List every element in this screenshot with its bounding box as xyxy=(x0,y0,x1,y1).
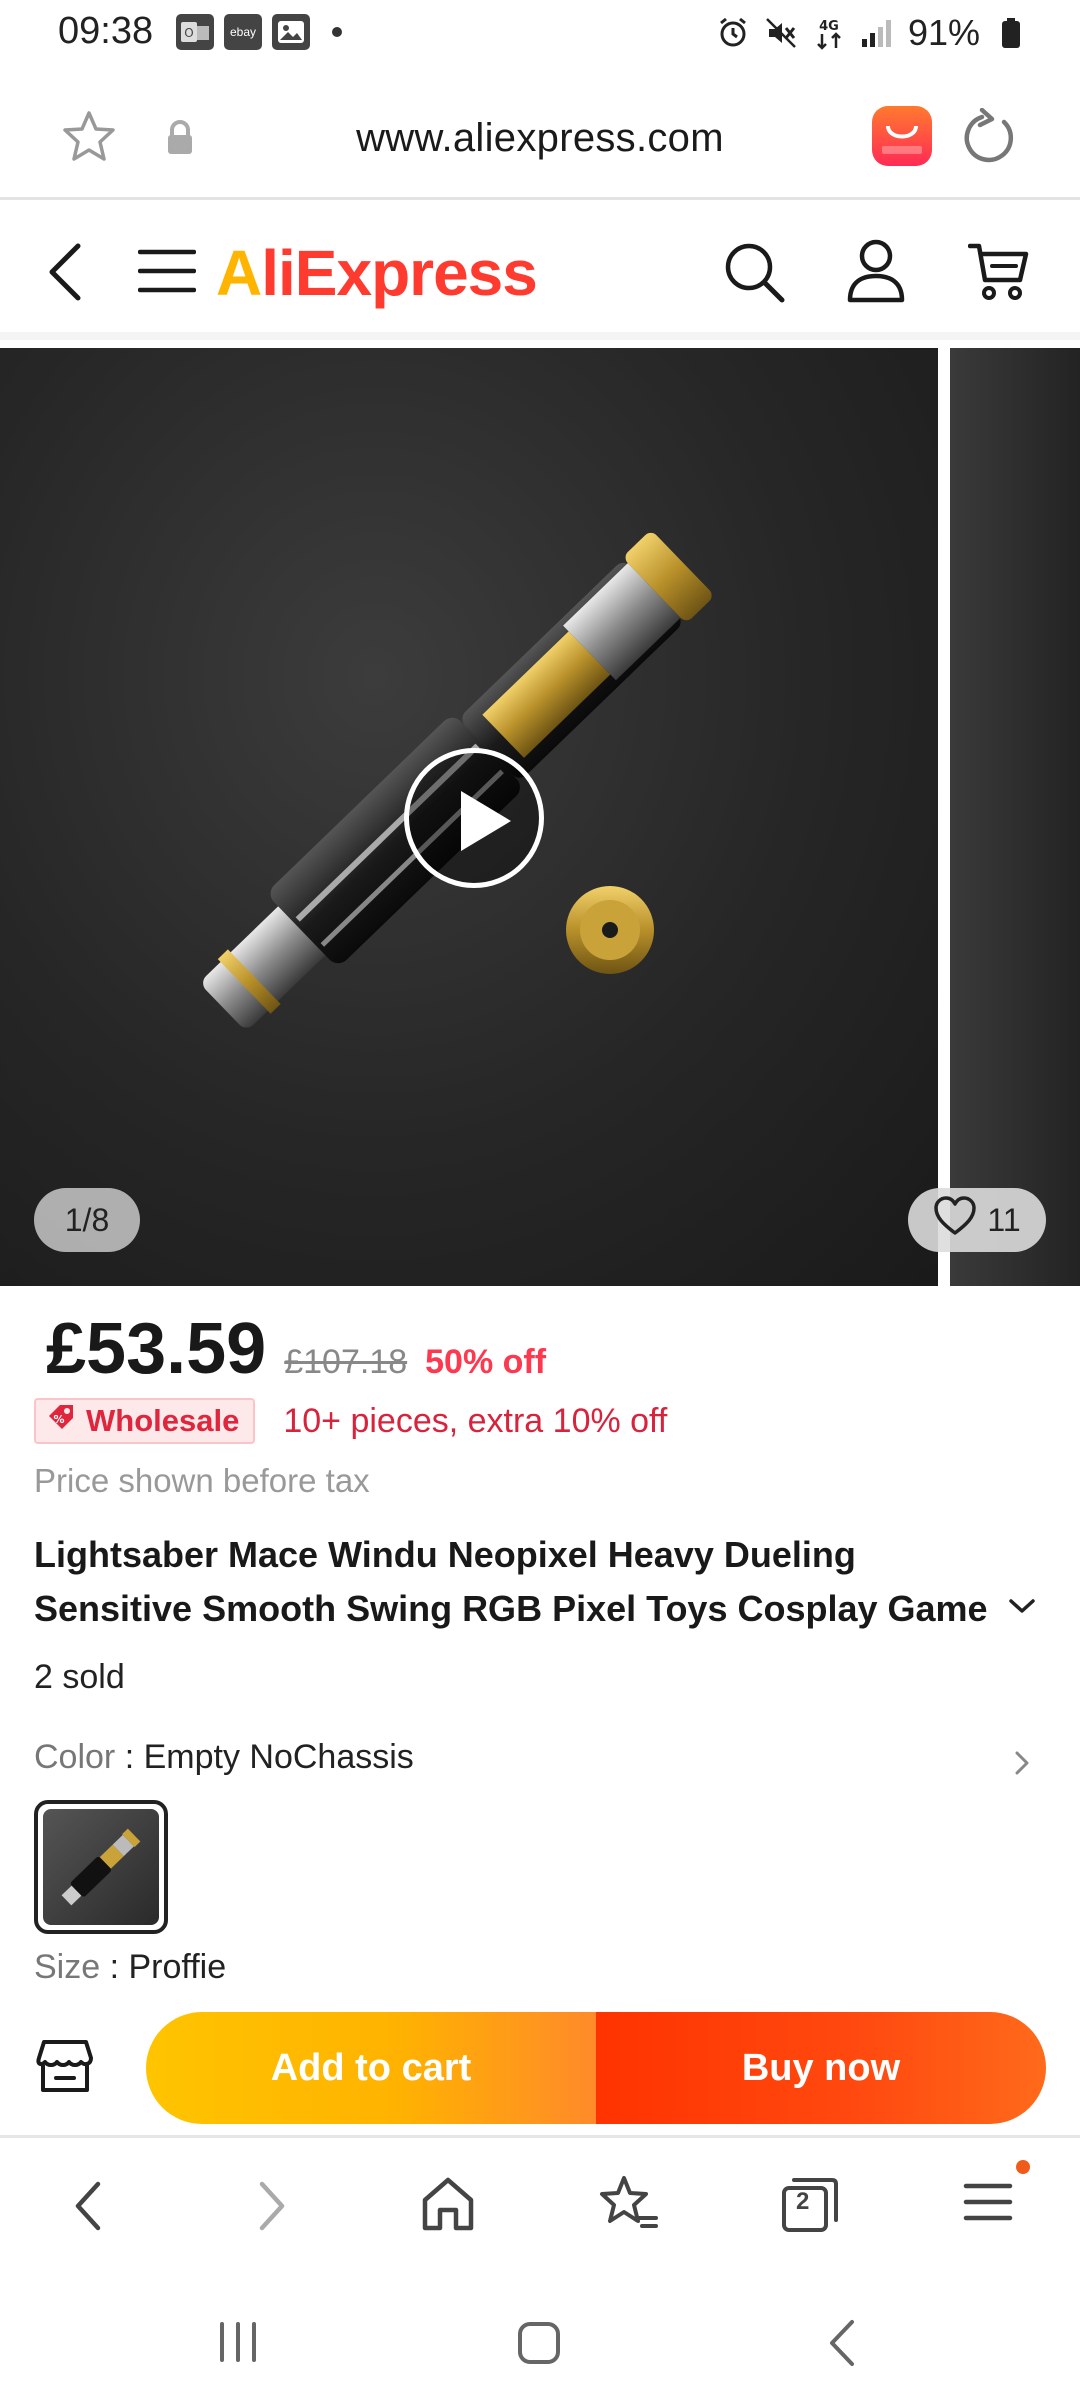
back-arrow-icon[interactable] xyxy=(44,240,84,309)
store-icon[interactable] xyxy=(36,2038,94,2099)
next-photo-preview[interactable] xyxy=(950,348,1080,1286)
status-time: 09:38 xyxy=(58,10,154,52)
browser-url-bar: www.aliexpress.com xyxy=(0,80,1080,200)
recent-apps-icon[interactable] xyxy=(216,2320,260,2369)
product-photo[interactable]: 1/8 xyxy=(0,348,938,1286)
wholesale-offer: 10+ pieces, extra 10% off xyxy=(283,1401,668,1440)
wholesale-row[interactable]: % Wholesale 10+ pieces, extra 10% off xyxy=(34,1398,667,1444)
system-home-icon[interactable] xyxy=(516,2320,562,2371)
browser-toolbar: 2 xyxy=(0,2140,1080,2270)
product-title[interactable]: Lightsaber Mace Windu Neopixel Heavy Due… xyxy=(34,1528,1014,1636)
hamburger-menu-icon[interactable] xyxy=(137,246,197,301)
chevron-down-icon[interactable] xyxy=(1008,1596,1036,1621)
size-separator: : xyxy=(100,1948,129,1986)
browser-menu-icon[interactable] xyxy=(962,2174,1014,2235)
system-indicators: 4G 91% xyxy=(716,12,1028,54)
color-label: Color xyxy=(34,1738,116,1776)
home-icon[interactable] xyxy=(420,2174,476,2239)
size-value: Proffie xyxy=(128,1948,227,1986)
browser-forward-icon[interactable] xyxy=(252,2174,292,2243)
cart-icon[interactable] xyxy=(967,240,1030,307)
aliexpress-logo[interactable]: AliExpress xyxy=(216,236,538,310)
wishlist-count: 11 xyxy=(987,1201,1021,1238)
alarm-icon xyxy=(716,16,750,50)
mute-icon xyxy=(764,16,798,50)
tax-note: Price shown before tax xyxy=(34,1462,370,1499)
logo-text: liExpress xyxy=(261,237,538,309)
network-4g-icon: 4G xyxy=(812,16,846,50)
heart-icon xyxy=(933,1196,977,1244)
svg-text:%: % xyxy=(53,1413,64,1426)
play-video-button[interactable] xyxy=(404,748,544,888)
more-notifications-dot xyxy=(332,27,342,37)
svg-text:4G: 4G xyxy=(819,19,839,34)
wholesale-badge: % Wholesale xyxy=(34,1398,256,1444)
account-icon[interactable] xyxy=(846,238,906,309)
sold-count: 2 sold xyxy=(34,1658,125,1696)
wishlist-button[interactable]: 11 xyxy=(908,1188,1046,1252)
color-swatch-selected[interactable] xyxy=(34,1800,168,1934)
add-to-cart-button[interactable]: Add to cart xyxy=(146,2012,596,2124)
size-selector[interactable]: Size : Proffie xyxy=(34,1948,226,1987)
product-gallery[interactable]: 1/8 11 xyxy=(0,348,1080,1286)
system-back-icon[interactable] xyxy=(824,2318,860,2373)
discount-label: 50% off xyxy=(425,1343,547,1381)
outlook-icon: O xyxy=(176,14,214,50)
size-label: Size xyxy=(34,1948,101,1986)
reload-icon[interactable] xyxy=(960,107,1020,173)
tab-count: 2 xyxy=(796,2188,810,2215)
color-separator: : xyxy=(115,1738,144,1776)
notification-icons: O ebay xyxy=(176,14,342,50)
gallery-divider xyxy=(938,348,950,1286)
aliexpress-app-icon[interactable] xyxy=(872,106,932,166)
image-counter: 1/8 xyxy=(34,1188,140,1252)
price-row: £53.59 £107.18 50% off xyxy=(46,1308,546,1390)
ebay-icon: ebay xyxy=(224,14,262,50)
bookmarks-icon[interactable] xyxy=(598,2174,660,2239)
gallery-icon xyxy=(272,14,310,50)
price-tag-icon: % xyxy=(46,1402,76,1440)
menu-notification-dot xyxy=(1016,2160,1030,2174)
buy-now-button[interactable]: Buy now xyxy=(596,2012,1046,2124)
signal-icon xyxy=(860,16,894,50)
site-header: AliExpress xyxy=(0,206,1080,340)
tabs-icon[interactable]: 2 xyxy=(780,2174,840,2239)
battery-percent: 91% xyxy=(907,12,980,53)
purchase-action-bar: Add to cart Buy now xyxy=(0,1996,1080,2138)
chevron-right-icon[interactable] xyxy=(1012,1748,1032,1783)
color-value: Empty NoChassis xyxy=(143,1738,414,1776)
color-selector[interactable]: Color : Empty NoChassis xyxy=(34,1738,414,1777)
wholesale-label: Wholesale xyxy=(86,1403,240,1438)
system-navigation-bar xyxy=(0,2290,1080,2408)
status-bar: 09:38 O ebay 4G 91% xyxy=(0,0,1080,72)
original-price: £107.18 xyxy=(284,1343,408,1381)
battery-icon xyxy=(994,16,1028,50)
swatch-thumbnail xyxy=(43,1809,159,1925)
current-price: £53.59 xyxy=(46,1309,267,1389)
search-icon[interactable] xyxy=(722,240,786,309)
logo-a: A xyxy=(216,237,262,309)
browser-back-icon[interactable] xyxy=(68,2174,108,2243)
svg-text:O: O xyxy=(184,26,193,40)
